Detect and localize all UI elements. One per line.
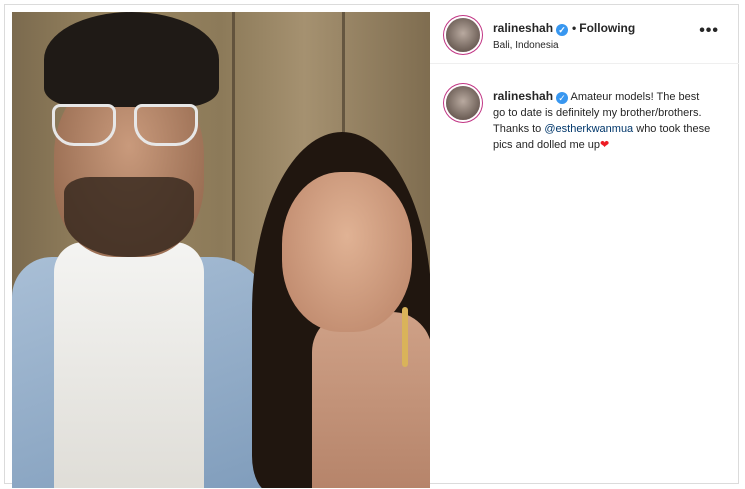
mention-link[interactable]: @estherkwanmua [544, 123, 633, 135]
photo-earring [402, 307, 408, 367]
post-photo[interactable] [12, 12, 430, 488]
post-username-row: ralineshah ✓ • Following [493, 21, 635, 36]
caption-text: ralineshah ✓ Amateur models! The best go … [493, 88, 713, 153]
heart-emoji-icon: ❤ [600, 139, 610, 151]
post-username[interactable]: ralineshah [493, 21, 553, 35]
photo-man-hair [44, 12, 219, 107]
caption-username[interactable]: ralineshah [493, 89, 553, 103]
more-options-icon[interactable]: ••• [699, 22, 719, 40]
profile-avatar[interactable] [446, 18, 480, 52]
post-header: ralineshah ✓ • Following Bali, Indonesia ••… [430, 4, 739, 64]
photo-glasses [52, 104, 202, 149]
caption-avatar[interactable] [446, 86, 480, 120]
photo-woman-face [282, 172, 412, 332]
separator-dot: • [572, 21, 577, 35]
caption-verified-icon: ✓ [556, 92, 569, 104]
photo-man-beard [64, 177, 194, 257]
following-button[interactable]: Following [579, 21, 635, 35]
photo-woman-neck [312, 312, 430, 488]
post-location[interactable]: Bali, Indonesia [493, 40, 559, 51]
photo-man-shirt [54, 242, 204, 488]
photo-wall-seam [232, 12, 235, 272]
verified-icon: ✓ [556, 24, 569, 36]
